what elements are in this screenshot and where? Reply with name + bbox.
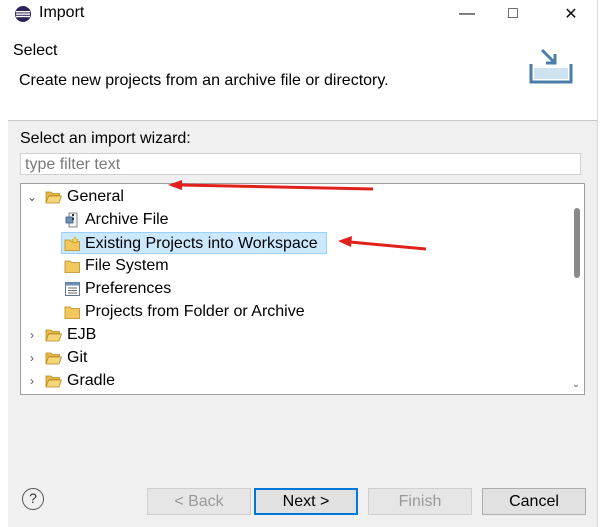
tree-item-gradle[interactable]: › Gradle bbox=[25, 370, 225, 392]
scroll-down-icon[interactable]: ⌄ bbox=[571, 380, 581, 390]
tree-item-label: Preferences bbox=[85, 280, 172, 297]
tree-scrollbar[interactable]: ⌄ bbox=[568, 184, 584, 394]
filter-input[interactable]: type filter text bbox=[20, 153, 581, 175]
cancel-button[interactable]: Cancel bbox=[482, 488, 586, 515]
tree-item-file-system[interactable]: File System bbox=[47, 255, 247, 277]
tree-item-ejb[interactable]: › EJB bbox=[25, 324, 225, 346]
tree-item-git[interactable]: › Git bbox=[25, 347, 225, 369]
eclipse-app-icon bbox=[15, 6, 31, 22]
tree-item-existing-projects[interactable]: Existing Projects into Workspace bbox=[61, 232, 327, 254]
folder-open-icon bbox=[45, 375, 62, 388]
chevron-right-icon[interactable]: › bbox=[25, 324, 39, 346]
folder-icon bbox=[64, 306, 80, 319]
page-description: Create new projects from an archive file… bbox=[19, 72, 389, 89]
page-title: Select bbox=[13, 42, 58, 59]
existing-projects-icon bbox=[64, 236, 80, 251]
tree-item-preferences[interactable]: Preferences bbox=[47, 278, 247, 300]
chevron-right-icon[interactable]: › bbox=[25, 370, 39, 392]
tree-item-projects-from-folder[interactable]: Projects from Folder or Archive bbox=[47, 301, 347, 323]
folder-open-icon bbox=[45, 191, 62, 204]
maximize-icon: □ bbox=[508, 5, 518, 22]
tree-item-label: Gradle bbox=[67, 372, 116, 389]
wizard-header: Select Create new projects from an archi… bbox=[8, 28, 597, 121]
chevron-down-icon[interactable]: ⌄ bbox=[25, 186, 39, 208]
archive-file-icon bbox=[65, 212, 78, 228]
window-title: Import bbox=[39, 4, 85, 21]
tree-item-archive-file[interactable]: Archive File bbox=[47, 209, 247, 231]
chevron-right-icon[interactable]: › bbox=[25, 347, 39, 369]
next-button[interactable]: Next > bbox=[254, 488, 358, 515]
tree-item-label: Archive File bbox=[85, 211, 169, 228]
help-icon: ? bbox=[29, 490, 37, 506]
tree-item-label: File System bbox=[85, 257, 169, 274]
scrollbar-thumb[interactable] bbox=[574, 208, 580, 278]
minimize-icon: — bbox=[459, 5, 475, 22]
tree-item-label: Git bbox=[67, 349, 88, 366]
help-button[interactable]: ? bbox=[22, 488, 44, 510]
folder-icon bbox=[64, 260, 80, 273]
folder-open-icon bbox=[45, 329, 62, 342]
import-wizard-icon bbox=[529, 48, 573, 84]
tree-item-label: Projects from Folder or Archive bbox=[85, 303, 305, 320]
title-bar: Import — □ ✕ bbox=[8, 0, 597, 28]
preferences-icon bbox=[65, 282, 80, 296]
folder-open-icon bbox=[45, 352, 62, 365]
finish-button[interactable]: Finish bbox=[368, 488, 472, 515]
tree-item-general[interactable]: ⌄ General bbox=[25, 186, 225, 208]
back-button[interactable]: < Back bbox=[147, 488, 251, 515]
tree-item-label: EJB bbox=[67, 326, 97, 343]
tree-item-label: Existing Projects into Workspace bbox=[85, 235, 318, 252]
minimize-button[interactable]: — bbox=[444, 0, 490, 28]
close-icon: ✕ bbox=[564, 6, 578, 23]
maximize-button[interactable]: □ bbox=[490, 0, 536, 28]
close-button[interactable]: ✕ bbox=[548, 0, 594, 28]
wizard-tree: ⌄ General Archive File Existing Projects… bbox=[20, 183, 585, 395]
wizard-label: Select an import wizard: bbox=[20, 130, 191, 147]
import-dialog: Import — □ ✕ Select Create new projects … bbox=[8, 0, 597, 527]
background-editor-right bbox=[597, 0, 605, 527]
tree-item-label: General bbox=[67, 188, 124, 205]
